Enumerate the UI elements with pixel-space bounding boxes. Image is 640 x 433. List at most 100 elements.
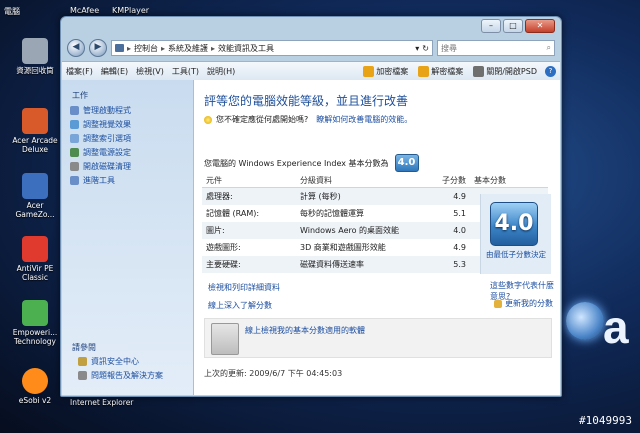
row-rating: 每秒的記憶體運算 <box>300 209 364 218</box>
toolbar-psd-button[interactable]: 關閉/開啟PSD <box>473 65 537 77</box>
breadcrumb-system-maintenance[interactable]: 系統及維護 <box>168 43 208 54</box>
desktop-icon-label: Acer Arcade Deluxe <box>12 136 58 154</box>
row-rating: 磁碟資料傳送速率 <box>300 260 364 269</box>
task-link-label: 管理啟動程式 <box>83 105 131 115</box>
forward-button[interactable]: ▶ <box>89 39 107 57</box>
toolbar-label: 關閉/開啟PSD <box>486 66 537 76</box>
last-updated: 上次的更新: 2009/6/7 下午 04:45:03 <box>204 369 343 378</box>
back-button[interactable]: ◀ <box>67 39 85 57</box>
improve-performance-link[interactable]: 瞭解如何改善電腦的效能。 <box>316 114 412 125</box>
index-icon <box>70 133 79 143</box>
minimize-button[interactable]: – <box>481 19 501 33</box>
row-rating: 3D 商業和遊戲圖形效能 <box>300 243 386 252</box>
desktop-label-kmplayer[interactable]: KMPlayer <box>112 6 149 15</box>
desktop-icon-label: Acer GameZo... <box>15 201 55 219</box>
desktop-label-mcafee[interactable]: McAfee <box>70 6 99 15</box>
learn-more-link[interactable]: 線上深入了解分數 <box>208 300 272 311</box>
row-component: 記憶體 (RAM): <box>206 209 260 218</box>
desktop-icon-label: AntiVir PE Classic <box>16 264 54 282</box>
menu-tools[interactable]: 工具(T) <box>168 66 203 77</box>
task-link-label: 調整電源設定 <box>83 147 131 157</box>
row-component: 主要硬碟: <box>206 260 241 269</box>
update-score-link[interactable]: 更新我的分數 <box>494 298 553 309</box>
security-center-icon <box>78 356 87 366</box>
header-rating: 分級資料 <box>300 175 332 185</box>
acer-gamezone-icon <box>22 173 48 199</box>
hint-text: 您不確定應從何處開始嗎? <box>216 115 309 124</box>
address-row: ◀ ▶ ▸ 控制台 ▸ 系統及維護 ▸ 效能資訊及工具 ▾ ↻ 搜尋 ⌕ <box>67 39 555 57</box>
desktop-icon-antivir[interactable]: AntiVir PE Classic <box>6 236 64 282</box>
desktop-icon-label: 資源回收筒 <box>16 66 54 75</box>
see-also-security-center[interactable]: 資訊安全中心 <box>78 356 139 366</box>
shield-icon <box>70 119 79 129</box>
header-basescore: 基本分數 <box>474 175 506 185</box>
esobi-icon <box>22 368 48 394</box>
acer-arcade-icon <box>22 108 48 134</box>
base-score-panel: 4.0 由最低子分數決定 <box>480 194 551 274</box>
see-also-label: 資訊安全中心 <box>91 356 139 366</box>
row-subscore: 5.3 <box>453 260 466 269</box>
refresh-icon[interactable]: ↻ <box>422 44 429 53</box>
desktop-icon-label: Empoweri... Technology <box>12 328 58 346</box>
row-rating: Windows Aero 的桌面效能 <box>300 226 400 235</box>
header-component: 元件 <box>206 175 222 185</box>
breadcrumb-separator: ▸ <box>161 43 166 53</box>
desktop-label-computer[interactable]: 電腦 <box>4 6 20 17</box>
menu-view[interactable]: 檢視(V) <box>132 66 168 77</box>
address-dropdown-icon[interactable]: ▾ <box>415 44 419 53</box>
search-input[interactable]: 搜尋 ⌕ <box>437 40 555 56</box>
print-details-link[interactable]: 檢視和列印詳細資料 <box>208 282 280 293</box>
row-component: 遊戲圖形: <box>206 243 241 252</box>
wei-label: 您電腦的 Windows Experience Index 基本分數為 <box>204 158 389 168</box>
breadcrumb-performance[interactable]: 效能資訊及工具 <box>218 43 274 54</box>
task-indexing-options[interactable]: 調整索引選項 <box>70 133 193 143</box>
desktop-icon-label: eSobi v2 <box>18 396 52 405</box>
task-pane: 工作 管理啟動程式 調整視覺效果 調整索引選項 調整電源設定 開啟磁碟清理 進階… <box>62 80 194 395</box>
lightbulb-icon <box>204 115 212 124</box>
wei-score-badge: 4.0 <box>394 154 419 172</box>
tools-icon <box>70 175 79 185</box>
address-bar[interactable]: ▸ 控制台 ▸ 系統及維護 ▸ 效能資訊及工具 ▾ ↻ <box>111 40 433 56</box>
recycle-bin-icon <box>22 38 48 64</box>
task-link-label: 調整視覺效果 <box>83 119 131 129</box>
close-button[interactable]: ✕ <box>525 19 555 33</box>
breadcrumb-control-panel[interactable]: 控制台 <box>134 43 158 54</box>
desktop-icon-empowering[interactable]: Empoweri... Technology <box>6 300 64 346</box>
breadcrumb-separator: ▸ <box>127 43 132 53</box>
task-advanced-tools[interactable]: 進階工具 <box>70 175 193 185</box>
desktop-icon-esobi[interactable]: eSobi v2 <box>6 368 64 405</box>
score-table-header: 元件 分級資料 子分數 基本分數 <box>202 173 548 188</box>
maximize-button[interactable]: □ <box>503 19 523 33</box>
menu-file[interactable]: 檔案(F) <box>62 66 97 77</box>
search-icon[interactable]: ⌕ <box>547 43 551 53</box>
task-disk-cleanup[interactable]: 開啟磁碟清理 <box>70 161 193 171</box>
see-also-label: 問題報告及解決方案 <box>91 370 163 380</box>
menu-help[interactable]: 說明(H) <box>203 66 239 77</box>
toolbar-encrypt-button[interactable]: 加密檔案 <box>363 65 409 77</box>
task-pane-title: 工作 <box>72 91 88 100</box>
desktop-icon-acer-gamezone[interactable]: Acer GameZo... <box>6 173 64 219</box>
toolbar-decrypt-button[interactable]: 解密檔案 <box>418 65 463 77</box>
toolbar-label: 加密檔案 <box>376 66 409 76</box>
task-visual-effects[interactable]: 調整視覺效果 <box>70 119 193 129</box>
power-icon <box>70 147 79 157</box>
menu-bar: 檔案(F) 編輯(E) 檢視(V) 工具(T) 說明(H) 加密檔案 解密檔案 … <box>62 61 560 81</box>
disk-cleanup-icon <box>70 161 79 171</box>
hint-row: 您不確定應從何處開始嗎? 瞭解如何改善電腦的效能。 <box>204 114 412 125</box>
desktop-icon-internet-explorer[interactable]: Internet Explorer <box>70 398 133 407</box>
desktop-icon-acer-arcade[interactable]: Acer Arcade Deluxe <box>6 108 64 154</box>
software-info-box: 線上檢視我的基本分數適用的軟體 <box>204 318 552 358</box>
row-subscore: 4.9 <box>453 243 466 252</box>
help-icon[interactable]: ? <box>545 65 556 77</box>
menu-edit[interactable]: 編輯(E) <box>97 66 132 77</box>
row-subscore: 5.1 <box>453 209 466 218</box>
software-link[interactable]: 線上檢視我的基本分數適用的軟體 <box>245 325 365 336</box>
wallpaper-logo: a <box>603 301 629 353</box>
see-also-problem-reports[interactable]: 問題報告及解決方案 <box>78 370 163 380</box>
task-manage-startup[interactable]: 管理啟動程式 <box>70 105 193 115</box>
desktop-icon-recycle-bin[interactable]: 資源回收筒 <box>6 38 64 75</box>
main-content: 評等您的電腦效能等級，並且進行改善 您不確定應從何處開始嗎? 瞭解如何改善電腦的… <box>194 80 560 395</box>
software-box-icon <box>211 323 239 355</box>
performance-window: – □ ✕ ◀ ▶ ▸ 控制台 ▸ 系統及維護 ▸ 效能資訊及工具 ▾ ↻ 搜尋… <box>60 16 562 397</box>
task-power-settings[interactable]: 調整電源設定 <box>70 147 193 157</box>
